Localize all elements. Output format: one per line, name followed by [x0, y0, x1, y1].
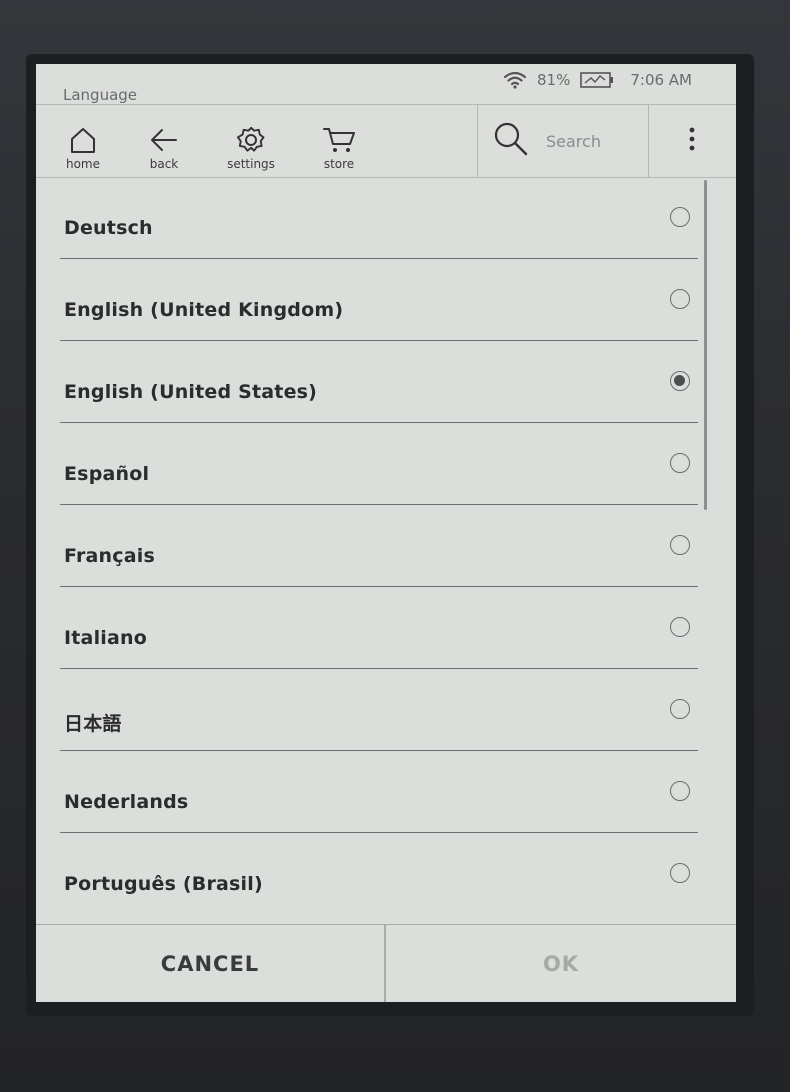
store-button[interactable]: store — [304, 105, 374, 177]
list-item[interactable]: Français — [60, 505, 698, 587]
status-indicators: 81% 7:06 AM — [503, 70, 692, 90]
settings-gear-icon — [236, 125, 266, 155]
back-arrow-icon — [149, 125, 179, 155]
list-item[interactable]: English (United Kingdom) — [60, 259, 698, 341]
list-item[interactable]: English (United States) — [60, 341, 698, 423]
list-item[interactable]: 日本語 — [60, 669, 698, 751]
radio-button[interactable] — [670, 617, 690, 637]
scrollbar[interactable] — [704, 180, 707, 510]
radio-button[interactable] — [670, 535, 690, 555]
eink-screen: Language 81% 7:06 AM home back settings … — [36, 64, 736, 1002]
list-item[interactable]: Italiano — [60, 587, 698, 669]
language-label: Español — [64, 463, 150, 485]
settings-label: settings — [227, 157, 275, 171]
cart-icon — [322, 125, 356, 155]
home-button[interactable]: home — [48, 105, 118, 177]
status-bar: Language 81% 7:06 AM — [36, 64, 736, 104]
radio-button-selected[interactable] — [670, 371, 690, 391]
list-item[interactable]: Español — [60, 423, 698, 505]
dialog-footer: CANCEL OK — [36, 924, 736, 1002]
store-label: store — [323, 157, 355, 171]
language-list: Deutsch English (United Kingdom) English… — [36, 177, 736, 917]
language-label: English (United States) — [64, 381, 318, 403]
list-item[interactable]: Nederlands — [60, 751, 698, 833]
language-label: Deutsch — [64, 217, 153, 239]
radio-button[interactable] — [670, 289, 690, 309]
wifi-icon — [503, 70, 527, 90]
language-label: English (United Kingdom) — [64, 299, 344, 321]
search-input[interactable] — [544, 130, 648, 152]
radio-button[interactable] — [670, 207, 690, 227]
clock: 7:06 AM — [630, 71, 692, 89]
language-label: Italiano — [64, 627, 147, 649]
list-item[interactable]: Deutsch — [60, 177, 698, 259]
home-label: home — [65, 157, 101, 171]
toolbar: home back settings store Search — [36, 104, 736, 178]
list-item[interactable]: Português (Brasil) — [60, 833, 698, 915]
back-label: back — [149, 157, 179, 171]
home-icon — [68, 125, 98, 155]
battery-percent: 81% — [537, 71, 571, 89]
page-title: Language — [63, 86, 138, 104]
more-menu-button[interactable] — [648, 105, 736, 177]
radio-button[interactable] — [670, 863, 690, 883]
cancel-button[interactable]: CANCEL — [36, 925, 384, 1002]
language-label: Português (Brasil) — [64, 873, 263, 895]
radio-button[interactable] — [670, 453, 690, 473]
search-box[interactable] — [478, 105, 648, 177]
radio-button[interactable] — [670, 699, 690, 719]
settings-button[interactable]: settings — [216, 105, 286, 177]
ok-button[interactable]: OK — [386, 925, 736, 1002]
language-label: Français — [64, 545, 155, 567]
battery-icon — [580, 71, 614, 89]
language-label: Nederlands — [64, 791, 189, 813]
language-label: 日本語 — [64, 713, 122, 735]
more-vertical-icon — [688, 127, 696, 155]
radio-button[interactable] — [670, 781, 690, 801]
search-icon — [492, 120, 530, 162]
back-button[interactable]: back — [129, 105, 199, 177]
